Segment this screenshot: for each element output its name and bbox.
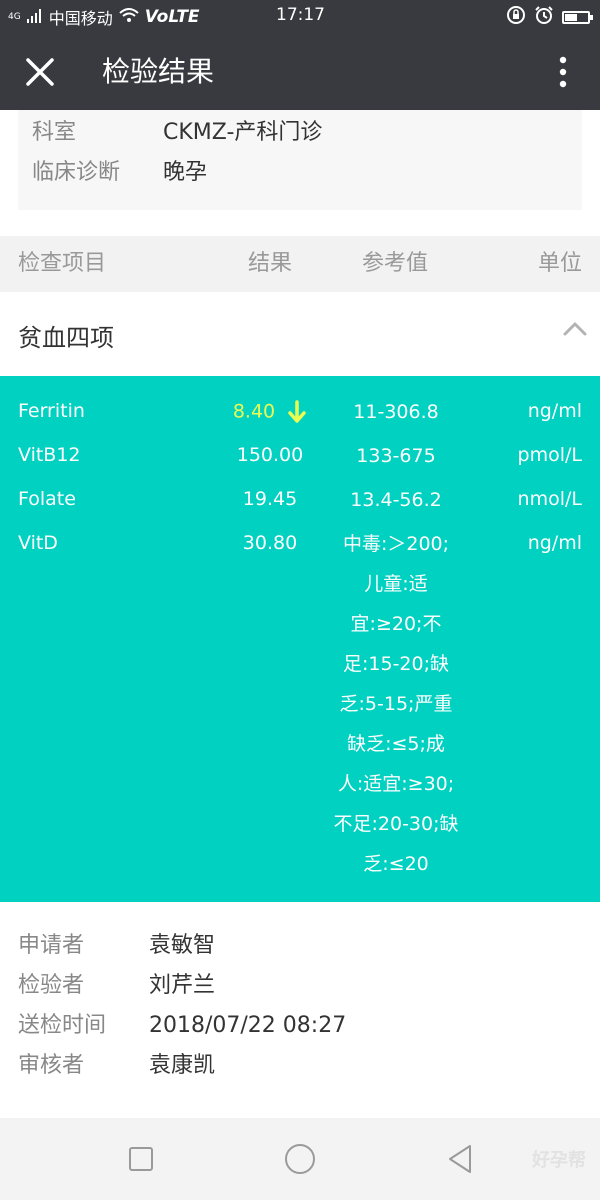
status-time: 17:17 xyxy=(276,5,325,25)
inspector-row: 检验者 刘芹兰 xyxy=(18,970,215,1002)
reference-line: 儿童:适 xyxy=(364,573,428,595)
rotation-lock-icon xyxy=(506,5,526,29)
signal-icon xyxy=(26,8,43,27)
result-reference: 133-675 xyxy=(356,445,436,467)
column-item: 检查项目 xyxy=(18,251,107,276)
section-title: 贫血四项 xyxy=(18,324,114,352)
reference-line: 乏:≤20 xyxy=(363,853,429,875)
reviewer-label: 审核者 xyxy=(18,1053,85,1078)
result-value: 30.80 xyxy=(242,532,298,554)
alarm-icon xyxy=(534,5,554,29)
close-button[interactable] xyxy=(20,52,60,92)
result-value: 19.45 xyxy=(242,488,298,510)
reference-line: 足:15-20;缺 xyxy=(342,653,449,675)
result-unit: nmol/L xyxy=(517,488,582,510)
submit-time-label: 送检时间 xyxy=(18,1013,107,1038)
inspector-label: 检验者 xyxy=(18,973,85,998)
result-item: VitD xyxy=(18,532,58,554)
status-right xyxy=(506,5,593,29)
column-result: 结果 xyxy=(248,251,293,276)
reference-line: 宜:≥20;不 xyxy=(350,613,442,635)
result-value: 150.00 xyxy=(236,444,304,466)
home-circle-icon[interactable] xyxy=(283,1142,317,1176)
inspector-value: 刘芹兰 xyxy=(149,973,216,998)
reviewer-row: 审核者 袁康凯 xyxy=(18,1050,215,1082)
diagnosis-label: 临床诊断 xyxy=(32,160,121,185)
arrow-down-icon xyxy=(288,400,306,423)
diagnosis-row: 临床诊断 晚孕 xyxy=(32,158,207,188)
column-unit: 单位 xyxy=(537,251,582,276)
result-reference: 中毒:＞200; 儿童:适 宜:≥20;不 足:15-20;缺 乏:5-15;严… xyxy=(330,524,462,884)
wifi-icon xyxy=(119,7,139,27)
more-vertical-icon xyxy=(559,56,567,88)
more-button[interactable] xyxy=(558,52,568,92)
result-item: Folate xyxy=(18,488,76,510)
section-header[interactable]: 贫血四项 xyxy=(0,292,600,376)
status-left: 4G 中国移动 VoLTE xyxy=(8,5,200,29)
result-reference: 13.4-56.2 xyxy=(350,489,442,511)
reference-line: 乏:5-15;严重 xyxy=(339,693,453,715)
submit-time-value: 2018/07/22 08:27 xyxy=(149,1013,347,1038)
results-block: Ferritin 8.40 11-306.8 ng/ml VitB12 150.… xyxy=(0,376,600,902)
system-nav-bar: 好孕帮 xyxy=(0,1118,600,1200)
report-footer: 申请者 袁敏智 检验者 刘芹兰 送检时间 2018/07/22 08:27 审核… xyxy=(0,902,600,1112)
close-icon xyxy=(26,58,54,86)
department-label: 科室 xyxy=(32,120,77,145)
chevron-up-icon[interactable] xyxy=(560,314,590,344)
page-title: 检验结果 xyxy=(102,55,215,88)
network-tag: 4G xyxy=(8,11,21,22)
volte-indicator: VoLTE xyxy=(144,7,200,27)
requester-value: 袁敏智 xyxy=(149,933,216,958)
department-value: CKMZ-产科门诊 xyxy=(163,120,323,145)
diagnosis-value: 晚孕 xyxy=(163,160,208,185)
watermark-logo: 好孕帮 xyxy=(532,1150,586,1171)
department-row: 科室 CKMZ-产科门诊 xyxy=(32,118,322,148)
reference-line: 中毒:＞200; xyxy=(342,533,450,555)
requester-row: 申请者 袁敏智 xyxy=(18,930,215,962)
reference-line: 缺乏:≤5;成 xyxy=(347,733,445,755)
back-triangle-icon[interactable] xyxy=(444,1142,478,1176)
reference-line: 不足:20-30;缺 xyxy=(333,813,459,835)
carrier-name: 中国移动 xyxy=(48,9,113,28)
result-value-text: 8.40 xyxy=(232,400,276,423)
result-reference: 11-306.8 xyxy=(353,401,439,423)
result-item: VitB12 xyxy=(18,444,81,466)
result-unit: ng/ml xyxy=(527,532,582,554)
patient-info-card: 科室 CKMZ-产科门诊 临床诊断 晚孕 xyxy=(18,110,582,210)
title-bar: 检验结果 xyxy=(0,34,600,110)
reviewer-value: 袁康凯 xyxy=(149,1053,216,1078)
status-bar: 4G 中国移动 VoLTE 17:17 xyxy=(0,0,600,34)
result-unit: ng/ml xyxy=(527,400,582,422)
column-reference: 参考值 xyxy=(362,251,429,276)
table-header: 检查项目 结果 参考值 单位 xyxy=(0,236,600,292)
requester-label: 申请者 xyxy=(18,933,85,958)
result-value: 8.40 xyxy=(210,400,330,424)
battery-icon xyxy=(562,10,593,24)
recents-square-icon[interactable] xyxy=(124,1142,158,1176)
submit-time-row: 送检时间 2018/07/22 08:27 xyxy=(18,1010,346,1042)
result-unit: pmol/L xyxy=(517,444,582,466)
reference-line: 人:适宜:≥30; xyxy=(337,773,455,795)
result-item: Ferritin xyxy=(18,400,85,422)
